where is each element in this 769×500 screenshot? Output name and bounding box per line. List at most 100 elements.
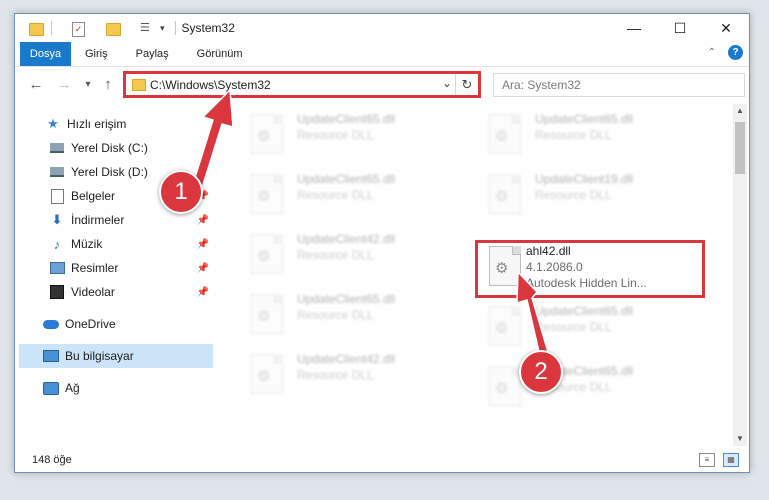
minimize-button[interactable]: —: [611, 14, 657, 42]
toolbar-divider: [51, 21, 52, 35]
sidebar-item-label: Resimler: [71, 261, 119, 275]
file-name: UpdateClient65.dll: [297, 292, 396, 306]
forward-button[interactable]: →: [53, 75, 75, 95]
cloud-icon: [43, 317, 59, 331]
window-controls: — ☐ ✕: [611, 14, 749, 42]
file-type: Resource DLL: [297, 248, 374, 262]
drive-icon: [49, 165, 65, 179]
documents-icon: [49, 188, 65, 204]
file-name: UpdateClient65.dll: [535, 304, 634, 318]
sidebar-item-label: Bu bilgisayar: [65, 349, 134, 363]
file-name: UpdateClient42.dll: [297, 232, 396, 246]
videos-icon: [49, 285, 65, 299]
file-highlight-box: [475, 240, 705, 298]
properties-check-icon[interactable]: ✓: [72, 21, 86, 37]
sidebar-item-label: OneDrive: [65, 317, 116, 331]
file-item[interactable]: ⚙ UpdateClient65.dll Resource DLL: [241, 170, 461, 222]
pin-icon[interactable]: 📌: [197, 239, 209, 250]
drive-icon: [49, 141, 65, 155]
back-button[interactable]: ←: [25, 75, 47, 95]
dll-file-icon: ⚙: [489, 366, 521, 406]
view-switcher: ≡ ▦: [699, 453, 739, 467]
dll-file-icon: ⚙: [251, 174, 283, 214]
title-bar: ✓ ☰ ▾ System32 — ☐ ✕: [15, 14, 749, 42]
tab-share[interactable]: Paylaş: [122, 42, 183, 66]
file-item[interactable]: ⚙ UpdateClient65.dll Resource DLL: [241, 290, 461, 342]
properties-icon[interactable]: ☰: [140, 22, 154, 35]
sidebar-item-label: Ağ: [65, 381, 80, 395]
file-item[interactable]: ⚙ UpdateClient65.dll Resource DLL: [479, 110, 699, 162]
file-type: Resource DLL: [297, 188, 374, 202]
sidebar-item-label: İndirmeler: [71, 213, 125, 227]
computer-icon: [43, 349, 59, 363]
dll-file-icon: ⚙: [489, 306, 521, 346]
expand-ribbon-icon[interactable]: ⌃: [708, 47, 716, 58]
sidebar-item-label: Hızlı erişim: [67, 117, 127, 131]
file-name: UpdateClient65.dll: [297, 112, 396, 126]
item-count: 148 öğe: [32, 454, 72, 466]
sidebar-item-music[interactable]: ♪ Müzik 📌: [15, 232, 213, 256]
details-view-icon[interactable]: ≡: [699, 453, 715, 467]
network-icon: [43, 381, 59, 395]
file-name: UpdateClient42.dll: [297, 352, 396, 366]
scroll-down-icon[interactable]: ▼: [733, 432, 747, 446]
step-1-badge: 1: [159, 170, 203, 214]
scroll-up-icon[interactable]: ▲: [733, 104, 747, 118]
pin-icon[interactable]: 📌: [197, 167, 209, 178]
new-folder-icon[interactable]: [106, 22, 121, 36]
tab-home[interactable]: Giriş: [71, 42, 122, 66]
file-item[interactable]: ⚙ UpdateClient42.dll Resource DLL: [241, 350, 461, 402]
folder-icon[interactable]: [29, 22, 44, 36]
star-icon: ★: [47, 116, 59, 131]
file-item[interactable]: ⚙ UpdateClient42.dll Resource DLL: [241, 230, 461, 282]
dll-file-icon: ⚙: [251, 294, 283, 334]
tab-file[interactable]: Dosya: [20, 42, 71, 66]
sidebar-item-local-disk-c[interactable]: Yerel Disk (C:): [15, 136, 213, 160]
help-icon[interactable]: ?: [728, 45, 743, 60]
sidebar-item-label: Videolar: [71, 285, 115, 299]
close-button[interactable]: ✕: [703, 14, 749, 42]
file-name: UpdateClient65.dll: [535, 112, 634, 126]
dll-file-icon: ⚙: [251, 354, 283, 394]
file-item[interactable]: ⚙ UpdateClient19.dll Resource DLL: [479, 170, 699, 222]
sidebar-item-pictures[interactable]: Resimler 📌: [15, 256, 213, 280]
tiles-view-icon[interactable]: ▦: [723, 453, 739, 467]
status-bar: 148 öğe ≡ ▦: [15, 448, 749, 472]
vertical-scrollbar[interactable]: ▲ ▼: [733, 104, 747, 446]
file-type: Resource DLL: [297, 128, 374, 142]
scrollbar-thumb[interactable]: [735, 122, 745, 174]
dll-file-icon: ⚙: [251, 114, 283, 154]
sidebar-item-quick-access[interactable]: ★ Hızlı erişim: [15, 112, 213, 136]
pin-icon[interactable]: 📌: [197, 287, 209, 298]
window-title: System32: [181, 21, 235, 35]
sidebar-item-network[interactable]: Ağ: [15, 376, 213, 400]
file-type: Resource DLL: [535, 320, 612, 334]
recent-locations-button[interactable]: ▾: [77, 75, 99, 95]
file-type: Resource DLL: [535, 128, 612, 142]
pin-icon[interactable]: 📌: [197, 263, 209, 274]
pictures-icon: [49, 261, 65, 275]
ribbon-right-controls: ⌃ ?: [708, 45, 743, 60]
sidebar-item-label: Belgeler: [71, 189, 116, 203]
file-item[interactable]: ⚙ UpdateClient65.dll Resource DLL: [479, 302, 699, 354]
search-input[interactable]: Ara: System32: [493, 73, 745, 97]
file-type: Resource DLL: [297, 368, 374, 382]
file-item[interactable]: ⚙ UpdateClient65.dll Resource DLL: [479, 362, 699, 414]
ribbon-tabs: Dosya Giriş Paylaş Görünüm ⌃ ?: [15, 42, 749, 67]
maximize-button[interactable]: ☐: [657, 14, 703, 42]
sidebar-item-this-pc[interactable]: Bu bilgisayar: [19, 344, 213, 368]
music-icon: ♪: [53, 236, 61, 252]
sidebar-item-videos[interactable]: Videolar 📌: [15, 280, 213, 304]
tab-view[interactable]: Görünüm: [183, 42, 257, 66]
pin-icon[interactable]: 📌: [197, 215, 209, 226]
step-2-badge: 2: [519, 350, 563, 394]
sidebar-item-onedrive[interactable]: OneDrive: [15, 312, 213, 336]
address-highlight-box: [123, 71, 481, 98]
quick-access-dropdown[interactable]: ▾: [160, 23, 165, 34]
file-item[interactable]: ⚙ UpdateClient65.dll Resource DLL: [241, 110, 461, 162]
file-name: UpdateClient19.dll: [535, 172, 634, 186]
up-button[interactable]: ↑: [97, 75, 119, 95]
navigation-pane: ★ Hızlı erişim Yerel Disk (C:) Yerel Dis…: [15, 104, 213, 444]
dll-file-icon: ⚙: [251, 234, 283, 274]
file-name: UpdateClient65.dll: [297, 172, 396, 186]
